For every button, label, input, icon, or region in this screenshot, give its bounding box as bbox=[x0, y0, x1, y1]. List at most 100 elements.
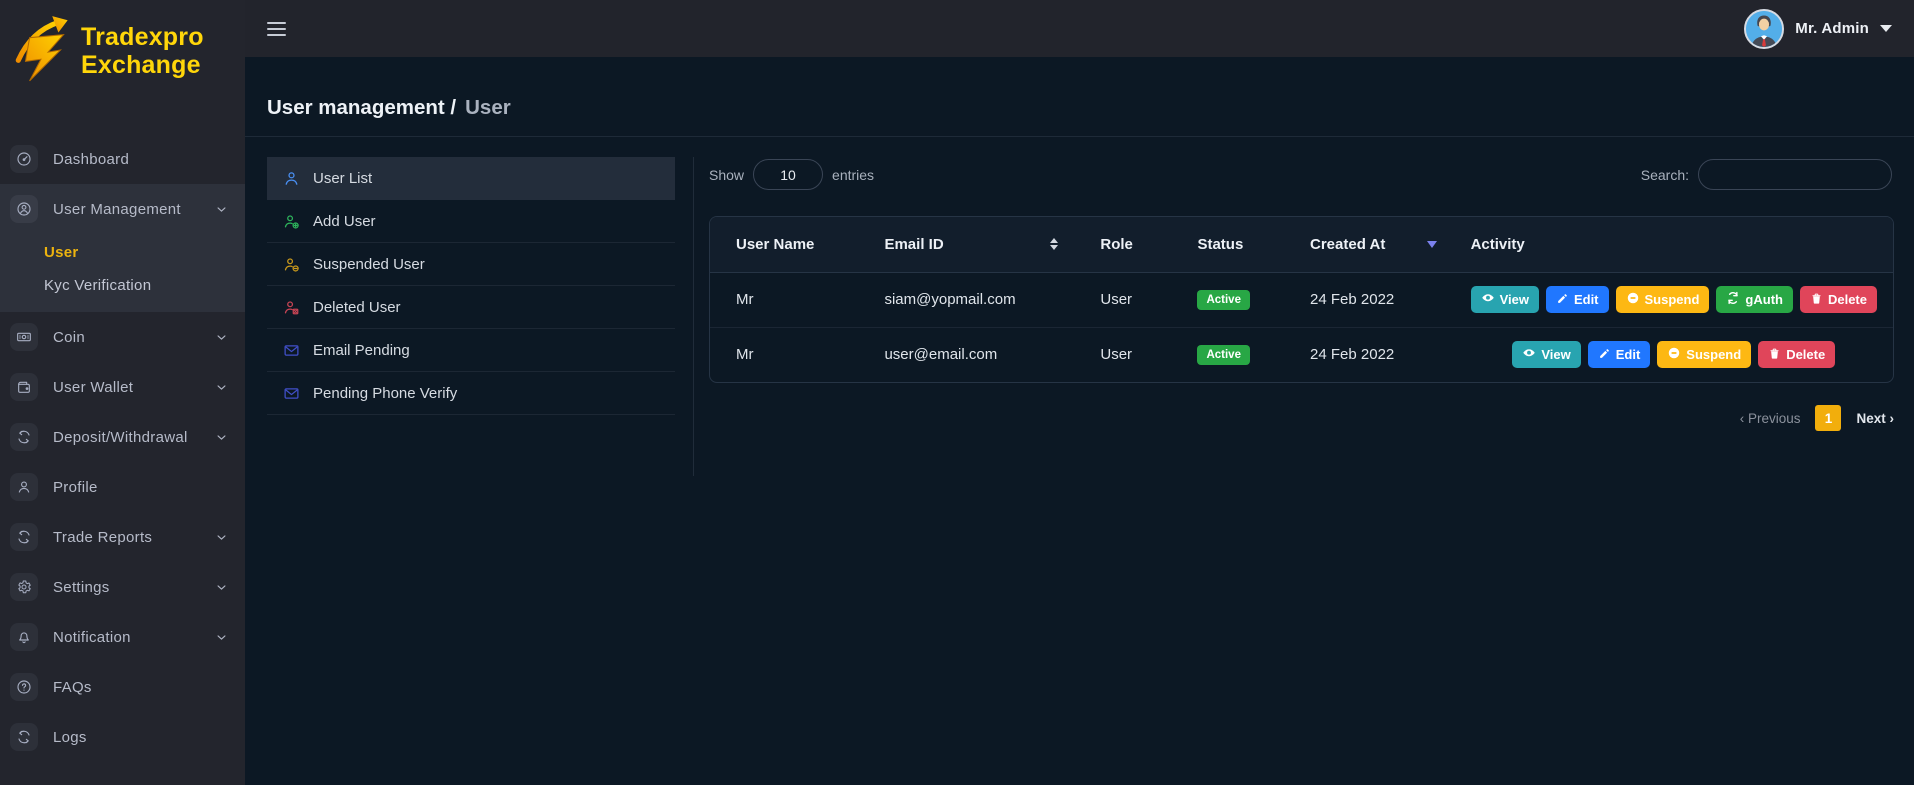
user-minus-icon bbox=[283, 256, 300, 273]
pagination-next[interactable]: Next › bbox=[1856, 411, 1894, 426]
wallet-icon bbox=[10, 373, 38, 401]
table-row: Mr user@email.com User Active 24 Feb 202… bbox=[710, 327, 1893, 382]
cell-role: User bbox=[1100, 272, 1197, 327]
sidebar-item-label: Settings bbox=[53, 579, 110, 596]
brand-name: Tradexpro Exchange bbox=[81, 23, 204, 79]
chevron-down-icon bbox=[214, 530, 229, 545]
cell-user-name: Mr bbox=[710, 327, 884, 382]
minus-circle-icon bbox=[1626, 291, 1640, 308]
status-badge: Active bbox=[1197, 290, 1250, 310]
sidebar-item-label: User Wallet bbox=[53, 379, 133, 396]
sidebar-item-trade-reports[interactable]: Trade Reports bbox=[0, 512, 245, 562]
header-email-id[interactable]: Email ID bbox=[884, 217, 1100, 272]
cell-email: user@email.com bbox=[884, 327, 1100, 382]
delete-button[interactable]: Delete bbox=[1758, 341, 1835, 368]
submenu-item-user-list[interactable]: User List bbox=[267, 157, 675, 200]
sidebar-item-label: Coin bbox=[53, 329, 85, 346]
view-button[interactable]: View bbox=[1471, 286, 1539, 313]
sidebar-item-label: FAQs bbox=[53, 679, 92, 696]
sidebar-item-profile[interactable]: Profile bbox=[0, 462, 245, 512]
header-status[interactable]: Status bbox=[1197, 217, 1310, 272]
sidebar-item-deposit-withdrawal[interactable]: Deposit/Withdrawal bbox=[0, 412, 245, 462]
header-label: Created At bbox=[1310, 236, 1385, 253]
edit-button[interactable]: Edit bbox=[1588, 341, 1651, 368]
sidebar-item-label: Deposit/Withdrawal bbox=[53, 429, 188, 446]
cell-user-name: Mr bbox=[710, 272, 884, 327]
user-plus-icon bbox=[283, 213, 300, 230]
trash-icon bbox=[1768, 347, 1781, 363]
breadcrumb-page: User bbox=[465, 96, 511, 120]
user-menu[interactable]: Mr. Admin bbox=[1744, 9, 1892, 49]
user-remove-icon bbox=[283, 299, 300, 316]
show-label: Show bbox=[709, 167, 744, 183]
sort-icon[interactable] bbox=[1050, 238, 1058, 250]
sidebar-item-dashboard[interactable]: Dashboard bbox=[0, 134, 245, 184]
sidebar-item-user-wallet[interactable]: User Wallet bbox=[0, 362, 245, 412]
suspend-button[interactable]: Suspend bbox=[1657, 341, 1751, 368]
submenu-item-label: Email Pending bbox=[313, 342, 410, 359]
chevron-down-icon bbox=[214, 330, 229, 345]
edit-button[interactable]: Edit bbox=[1546, 286, 1609, 313]
sidebar-sublist: User Kyc Verification bbox=[0, 234, 245, 312]
person-icon bbox=[10, 473, 38, 501]
pagination-page-1[interactable]: 1 bbox=[1815, 405, 1841, 431]
sidebar-item-logs[interactable]: Logs bbox=[0, 712, 245, 762]
cell-status: Active bbox=[1197, 327, 1310, 382]
content-row: User List Add User Suspended User bbox=[245, 137, 1914, 476]
page-size-select[interactable]: 10 bbox=[753, 159, 823, 190]
search-label: Search: bbox=[1641, 167, 1689, 183]
chevron-down-icon bbox=[214, 630, 229, 645]
header-user-name[interactable]: User Name bbox=[710, 217, 884, 272]
entries-label: entries bbox=[832, 167, 874, 183]
button-label: Edit bbox=[1574, 292, 1599, 307]
search-input[interactable] bbox=[1698, 159, 1892, 190]
sidebar-item-settings[interactable]: Settings bbox=[0, 562, 245, 612]
user-icon bbox=[283, 170, 300, 187]
brand-bolt-icon bbox=[12, 13, 76, 90]
hamburger-menu-icon[interactable] bbox=[267, 22, 286, 36]
chevron-down-icon bbox=[214, 580, 229, 595]
sidebar-item-user-management[interactable]: User Management bbox=[0, 184, 245, 234]
sort-desc-icon[interactable] bbox=[1427, 241, 1437, 248]
button-label: Suspend bbox=[1645, 292, 1700, 307]
submenu-item-label: Deleted User bbox=[313, 299, 401, 316]
pencil-icon bbox=[1556, 292, 1569, 308]
sidebar-subitem-user[interactable]: User bbox=[0, 236, 245, 269]
sidebar-item-faqs[interactable]: FAQs bbox=[0, 662, 245, 712]
delete-button[interactable]: Delete bbox=[1800, 286, 1877, 313]
table-controls: Show 10 entries Search: bbox=[709, 159, 1892, 190]
header-created-at[interactable]: Created At bbox=[1310, 217, 1471, 272]
bell-icon bbox=[10, 623, 38, 651]
dashboard-icon bbox=[10, 145, 38, 173]
sidebar-item-label: Trade Reports bbox=[53, 529, 152, 546]
sidebar-item-notification[interactable]: Notification bbox=[0, 612, 245, 662]
submenu-item-pending-phone-verify[interactable]: Pending Phone Verify bbox=[267, 372, 675, 415]
sidebar-item-label: Notification bbox=[53, 629, 131, 646]
submenu-item-suspended-user[interactable]: Suspended User bbox=[267, 243, 675, 286]
sidebar-subitem-kyc-verification[interactable]: Kyc Verification bbox=[0, 269, 245, 302]
cell-activity: View Edit Suspend bbox=[1471, 327, 1893, 382]
button-label: Delete bbox=[1828, 292, 1867, 307]
submenu-item-email-pending[interactable]: Email Pending bbox=[267, 329, 675, 372]
header-label: Email ID bbox=[884, 236, 943, 253]
button-label: Suspend bbox=[1686, 347, 1741, 362]
pagination-previous[interactable]: ‹ Previous bbox=[1740, 411, 1801, 426]
cell-created-at: 24 Feb 2022 bbox=[1310, 327, 1471, 382]
gauth-button[interactable]: gAuth bbox=[1716, 286, 1793, 313]
button-label: View bbox=[1541, 347, 1570, 362]
sidebar-item-label: Dashboard bbox=[53, 151, 129, 168]
submenu-item-label: Add User bbox=[313, 213, 376, 230]
pencil-icon bbox=[1598, 347, 1611, 363]
view-button[interactable]: View bbox=[1512, 341, 1580, 368]
sidebar-item-coin[interactable]: Coin bbox=[0, 312, 245, 362]
main-content: User management / User User List Add Use… bbox=[245, 57, 1914, 785]
submenu-item-deleted-user[interactable]: Deleted User bbox=[267, 286, 675, 329]
header-activity: Activity bbox=[1471, 217, 1893, 272]
chevron-down-icon bbox=[214, 202, 229, 217]
header-role[interactable]: Role bbox=[1100, 217, 1197, 272]
button-label: gAuth bbox=[1745, 292, 1783, 307]
user-submenu: User List Add User Suspended User bbox=[267, 157, 675, 415]
suspend-button[interactable]: Suspend bbox=[1616, 286, 1710, 313]
submenu-item-add-user[interactable]: Add User bbox=[267, 200, 675, 243]
brand-logo[interactable]: Tradexpro Exchange bbox=[0, 0, 245, 100]
